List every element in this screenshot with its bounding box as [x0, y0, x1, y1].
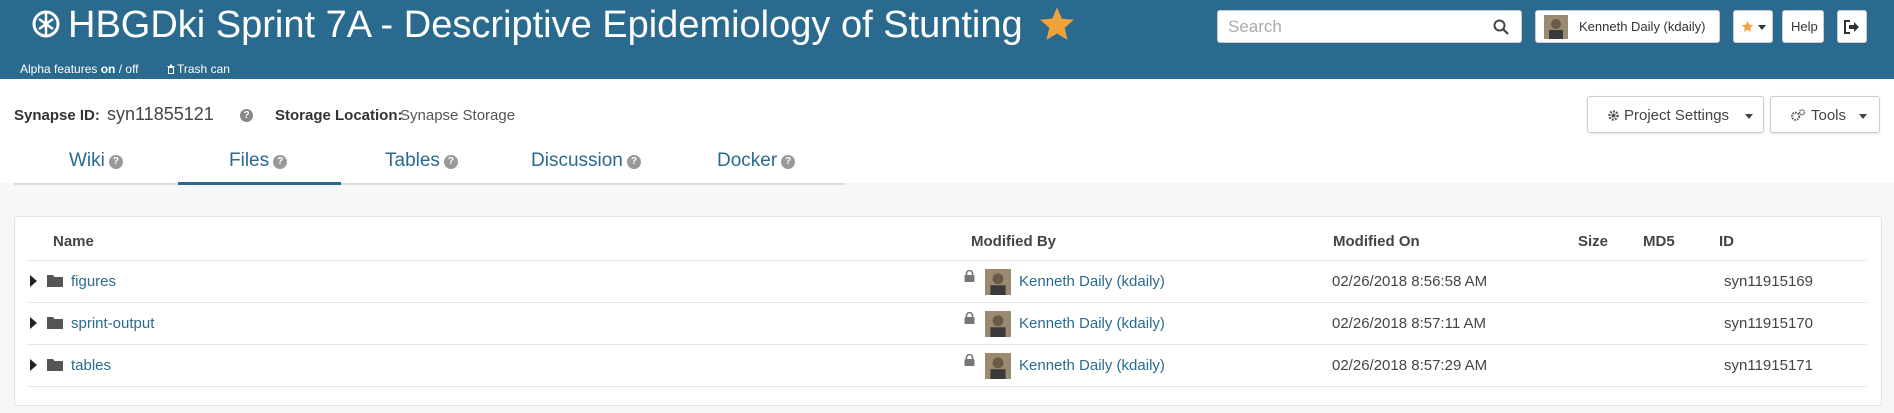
table-row[interactable]: sprint-output Kenneth Daily (kdaily) 02/… — [27, 303, 1867, 345]
help-question-icon[interactable]: ? — [443, 155, 458, 169]
favorite-star-icon[interactable] — [1038, 5, 1076, 43]
column-header-name[interactable]: Name — [53, 233, 94, 250]
sign-out-icon — [1844, 20, 1859, 34]
help-question-icon[interactable]: ? — [240, 109, 253, 122]
user-menu-button[interactable]: Kenneth Daily (kdaily) — [1535, 10, 1720, 43]
modified-on: 02/26/2018 8:57:11 AM — [1332, 315, 1487, 332]
caret-down-icon — [1745, 114, 1753, 119]
alpha-features-toggle[interactable]: Alpha features on / off — [20, 62, 139, 76]
trash-icon — [167, 64, 175, 74]
tab-label: Tables — [385, 150, 440, 171]
favorites-button[interactable] — [1733, 10, 1773, 43]
project-settings-button[interactable]: Project Settings — [1587, 96, 1764, 133]
table-row[interactable]: figures Kenneth Daily (kdaily) 02/26/201… — [27, 261, 1867, 303]
tab-label: Wiki — [69, 150, 105, 171]
tools-button[interactable]: Tools — [1770, 96, 1880, 133]
modified-by-link[interactable]: Kenneth Daily (kdaily) — [1019, 357, 1165, 374]
modified-on: 02/26/2018 8:56:58 AM — [1332, 273, 1488, 290]
files-table: Name Modified By Modified On Size MD5 ID… — [14, 216, 1882, 406]
top-header: HBGDki Sprint 7A - Descriptive Epidemiol… — [0, 0, 1894, 79]
help-question-icon[interactable]: ? — [108, 155, 123, 169]
tab-docker[interactable]: Docker? — [717, 150, 796, 172]
help-question-icon[interactable]: ? — [626, 155, 641, 169]
alpha-prefix: Alpha features — [20, 62, 101, 76]
tab-label: Discussion — [531, 150, 623, 171]
column-header-size[interactable]: Size — [1578, 233, 1608, 250]
help-question-icon[interactable]: ? — [273, 155, 288, 169]
search-input[interactable] — [1228, 15, 1488, 39]
column-header-id[interactable]: ID — [1719, 233, 1734, 250]
tab-files[interactable]: Files? — [229, 150, 288, 172]
lock-icon — [964, 354, 975, 366]
entity-id: syn11915170 — [1724, 315, 1813, 332]
file-name-link[interactable]: figures — [71, 273, 116, 290]
storage-location-label: Storage Location: — [275, 107, 403, 124]
entity-id: syn11915171 — [1724, 357, 1813, 374]
file-name-link[interactable]: sprint-output — [71, 315, 154, 332]
expand-caret-icon[interactable] — [30, 359, 37, 371]
project-tabs: Wiki? Files? Tables? Discussion? Docker? — [14, 140, 845, 185]
avatar — [985, 269, 1011, 295]
modified-by-link[interactable]: Kenneth Daily (kdaily) — [1019, 315, 1165, 332]
help-button[interactable]: Help — [1782, 10, 1824, 43]
help-question-icon[interactable]: ? — [781, 155, 796, 169]
star-icon — [1741, 20, 1754, 32]
column-header-modified-by[interactable]: Modified By — [971, 233, 1056, 250]
modified-by-link[interactable]: Kenneth Daily (kdaily) — [1019, 273, 1165, 290]
synapse-id-label: Synapse ID: — [14, 107, 100, 124]
modified-on: 02/26/2018 8:57:29 AM — [1332, 357, 1488, 374]
file-name-link[interactable]: tables — [71, 357, 111, 374]
gear-icon — [1608, 110, 1619, 121]
folder-icon — [47, 359, 63, 371]
folder-icon — [47, 275, 63, 287]
tools-label: Tools — [1811, 107, 1847, 124]
search-icon[interactable] — [1493, 19, 1509, 35]
alpha-on[interactable]: on — [101, 62, 116, 76]
help-label: Help — [1791, 19, 1818, 34]
tab-label: Files — [229, 150, 270, 171]
active-tab-indicator — [178, 182, 341, 185]
synapse-logo-icon[interactable] — [31, 9, 61, 39]
project-title[interactable]: HBGDki Sprint 7A - Descriptive Epidemiol… — [68, 2, 1023, 48]
storage-location-value: Synapse Storage — [400, 107, 516, 124]
column-header-modified-on[interactable]: Modified On — [1333, 233, 1420, 250]
folder-icon — [47, 317, 63, 329]
caret-down-icon — [1859, 114, 1867, 119]
lock-icon — [964, 270, 975, 282]
tab-tables[interactable]: Tables? — [385, 150, 458, 172]
user-name: Kenneth Daily (kdaily) — [1579, 19, 1706, 34]
avatar — [1544, 15, 1568, 39]
trash-label[interactable]: Trash can — [177, 62, 230, 76]
avatar — [985, 311, 1011, 337]
lock-icon — [964, 312, 975, 324]
caret-down-icon — [1758, 25, 1766, 30]
gears-icon — [1791, 109, 1806, 121]
alpha-suffix[interactable]: / off — [115, 62, 139, 76]
tab-wiki[interactable]: Wiki? — [69, 150, 123, 172]
trash-can-link[interactable]: Trash can — [167, 62, 230, 76]
column-header-md5[interactable]: MD5 — [1643, 233, 1675, 250]
tab-discussion[interactable]: Discussion? — [531, 150, 641, 172]
expand-caret-icon[interactable] — [30, 317, 37, 329]
entity-id: syn11915169 — [1724, 273, 1813, 290]
expand-caret-icon[interactable] — [30, 275, 37, 287]
avatar — [985, 353, 1011, 379]
synapse-id-value: syn11855121 — [107, 104, 214, 124]
search-box[interactable] — [1217, 10, 1522, 43]
project-settings-label: Project Settings — [1624, 107, 1730, 124]
table-row[interactable]: tables Kenneth Daily (kdaily) 02/26/2018… — [27, 345, 1867, 387]
tab-label: Docker — [717, 150, 778, 171]
logout-button[interactable] — [1837, 10, 1867, 43]
